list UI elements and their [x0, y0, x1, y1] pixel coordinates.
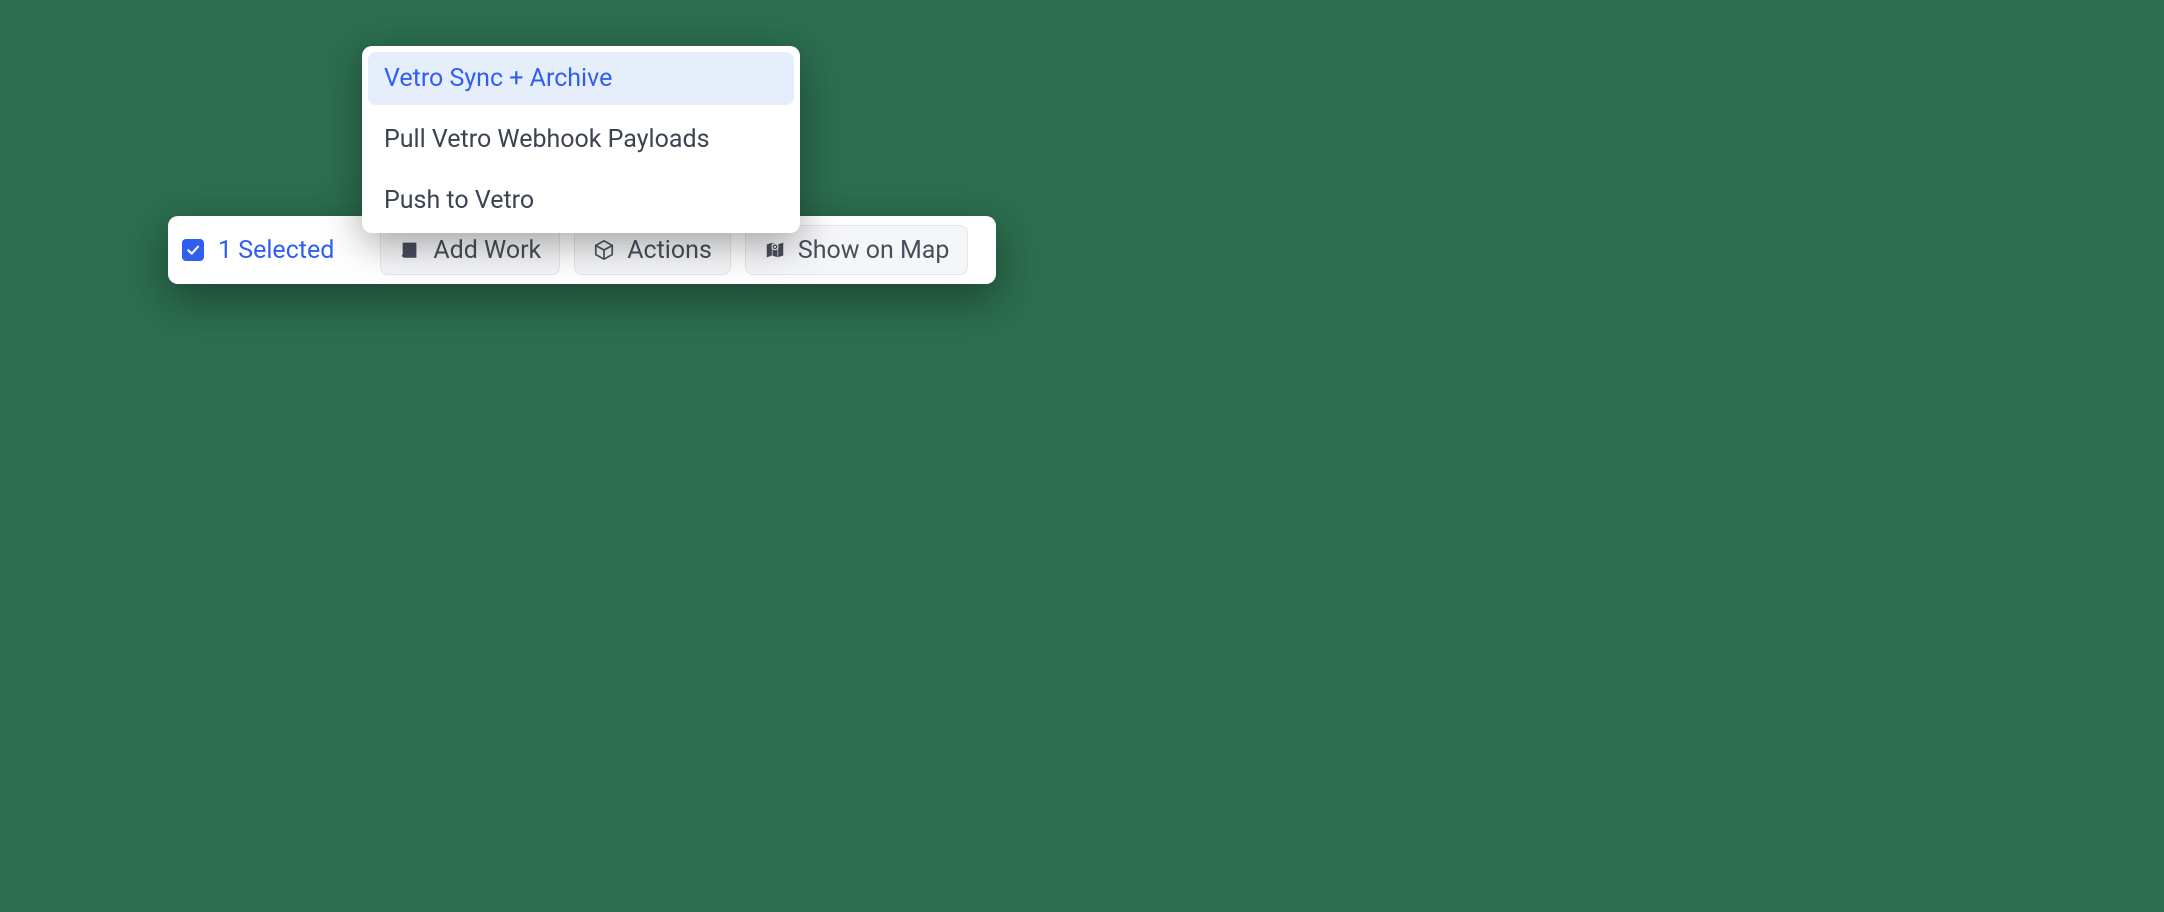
add-work-icon [399, 239, 421, 261]
selected-indicator[interactable]: 1 Selected [182, 236, 334, 265]
add-work-label: Add Work [433, 236, 541, 265]
dropdown-item-label: Push to Vetro [384, 186, 534, 215]
dropdown-item-vetro-sync-archive[interactable]: Vetro Sync + Archive [368, 52, 794, 105]
dropdown-item-label: Vetro Sync + Archive [384, 64, 612, 93]
selected-count-label: 1 Selected [218, 236, 334, 265]
dropdown-item-push-to-vetro[interactable]: Push to Vetro [362, 170, 800, 231]
show-on-map-label: Show on Map [798, 236, 950, 265]
dropdown-item-label: Pull Vetro Webhook Payloads [384, 125, 710, 154]
check-icon [185, 242, 201, 258]
map-pin-icon [764, 239, 786, 261]
selected-checkbox[interactable] [182, 239, 204, 261]
actions-dropdown-menu: Vetro Sync + Archive Pull Vetro Webhook … [362, 46, 800, 233]
actions-label: Actions [627, 236, 712, 265]
cube-icon [593, 239, 615, 261]
dropdown-item-pull-vetro-webhook[interactable]: Pull Vetro Webhook Payloads [362, 109, 800, 170]
